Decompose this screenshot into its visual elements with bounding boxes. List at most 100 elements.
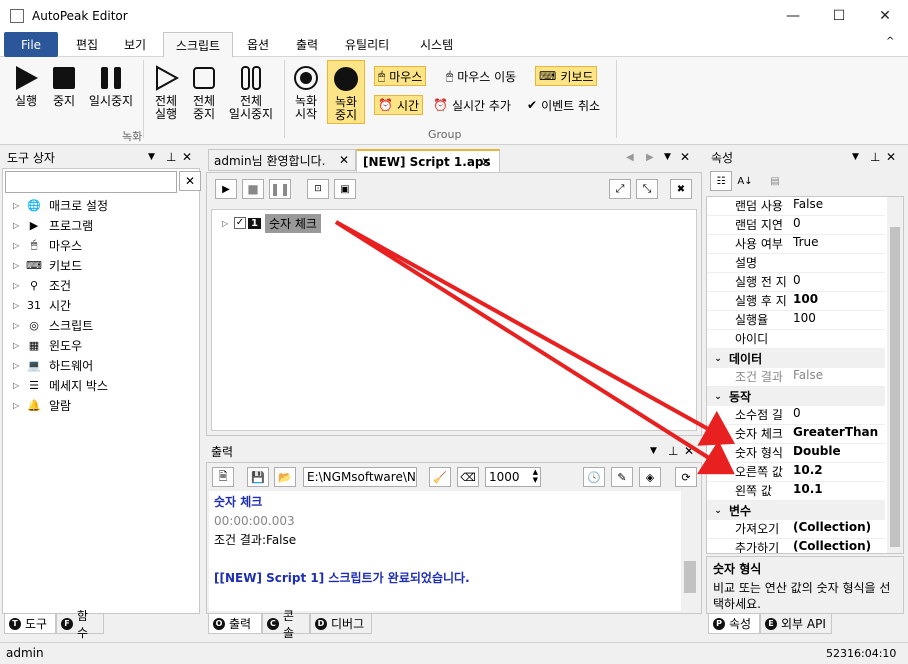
property-row[interactable]: 실행 후 지 100	[707, 292, 885, 311]
tab-options[interactable]: 옵션	[247, 36, 269, 53]
property-row[interactable]: 실행율 100	[707, 311, 885, 330]
tab-edit[interactable]: 편집	[76, 36, 98, 53]
close-icon[interactable]: ✕	[684, 444, 694, 458]
stop-button-small[interactable]: ■	[242, 179, 264, 199]
property-row[interactable]: 왼쪽 값 10.1	[707, 482, 885, 501]
pin-icon[interactable]: ⊥	[166, 150, 176, 164]
step-button[interactable]: ⊡	[307, 179, 329, 199]
tab-external-api[interactable]: E 외부 API	[760, 614, 832, 634]
save-button[interactable]: 💾	[247, 467, 269, 487]
property-row[interactable]: 숫자 형식 Double	[707, 444, 885, 463]
expand-arrow-icon[interactable]: ▷	[13, 321, 25, 330]
pause-all-button[interactable]: 전체 일시중지	[226, 65, 276, 121]
property-category[interactable]: ⌄ 데이터	[707, 349, 885, 368]
close-icon[interactable]: ✕	[339, 153, 349, 167]
categorized-button[interactable]: ☷	[710, 171, 732, 191]
toolbox-item-mouse[interactable]: ▷ 🖱 마우스	[13, 235, 82, 255]
tab-console[interactable]: C 콘솔	[262, 609, 310, 640]
toolbox-item-macro-settings[interactable]: ▷ 🌐 매크로 설정	[13, 195, 108, 215]
realtime-add-button[interactable]: ⏰ 실시간 추가	[430, 95, 514, 115]
pin-icon[interactable]: ⊥	[668, 444, 678, 458]
scroll-left-icon[interactable]: ◀	[626, 152, 634, 163]
close-button[interactable]: ✕	[862, 0, 908, 32]
property-row[interactable]: 추가하기 (Collection)	[707, 539, 885, 553]
expand-arrow-icon[interactable]: ▷	[13, 281, 25, 290]
run-all-button[interactable]: 전체 실행	[150, 65, 182, 121]
toolbox-item-message-box[interactable]: ▷ ☰ 메세지 박스	[13, 375, 108, 395]
tab-script[interactable]: 스크립트	[163, 32, 233, 58]
scroll-thumb[interactable]	[684, 561, 696, 593]
toolbox-item-time[interactable]: ▷ 31 시간	[13, 295, 71, 315]
keyboard-button[interactable]: ⌨ 키보드	[535, 66, 598, 86]
expand-arrow-icon[interactable]: ▷	[13, 241, 25, 250]
toolbox-item-hardware[interactable]: ▷ 💻 하드웨어	[13, 355, 93, 375]
toolbox-item-window[interactable]: ▷ ▦ 윈도우	[13, 335, 82, 355]
open-folder-button[interactable]: 📂	[274, 467, 296, 487]
tab-properties[interactable]: P 속성	[708, 614, 760, 634]
toolbox-search-input[interactable]	[5, 171, 177, 193]
expand-arrow-icon[interactable]: ▷	[13, 381, 25, 390]
script-node[interactable]: ▷ ✓ 1 숫자 체크	[222, 213, 321, 233]
expand-arrow-icon[interactable]: ▷	[13, 221, 25, 230]
property-row[interactable]: 설명	[707, 254, 885, 273]
count-input[interactable]: 1000 ▲ ▼	[485, 467, 541, 487]
toolbox-item-keyboard[interactable]: ▷ ⌨ 키보드	[13, 255, 82, 275]
close-icon[interactable]: ✕	[481, 155, 491, 169]
doc-tab-script[interactable]: [NEW] Script 1.aps ✕	[356, 149, 500, 172]
dropdown-icon[interactable]: ▼	[650, 446, 657, 456]
property-row[interactable]: 랜덤 사용 False	[707, 197, 885, 216]
mouse-move-button[interactable]: 🖱 마우스 이동	[443, 66, 519, 86]
tab-debug[interactable]: D 디버그	[310, 614, 372, 634]
property-row[interactable]: 오른쪽 값 10.2	[707, 463, 885, 482]
expand-arrow-icon[interactable]: ▷	[222, 219, 234, 228]
mouse-button[interactable]: 🖱 마우스	[374, 66, 427, 86]
pin-icon[interactable]: ⊥	[870, 150, 880, 164]
property-row[interactable]: 조건 결과 False	[707, 368, 885, 387]
toolbox-item-program[interactable]: ▷ ▶ 프로그램	[13, 215, 93, 235]
chevron-down-icon[interactable]: ⌄	[707, 354, 729, 364]
expand-arrow-icon[interactable]: ▷	[13, 201, 25, 210]
minimize-button[interactable]: —	[770, 0, 816, 32]
toolbox-item-condition[interactable]: ▷ ⚲ 조건	[13, 275, 71, 295]
clean-button[interactable]: 🧹	[429, 467, 451, 487]
tab-functions[interactable]: F 함수	[56, 609, 104, 640]
stop-button[interactable]: 중지	[48, 65, 80, 108]
property-row[interactable]: 사용 여부 True	[707, 235, 885, 254]
fill-button[interactable]: ◈	[639, 467, 661, 487]
tab-system[interactable]: 시스템	[420, 36, 453, 53]
checkbox[interactable]: ✓	[234, 217, 246, 229]
node-label[interactable]: 숫자 체크	[264, 213, 321, 233]
alphabetical-button[interactable]: A↓	[734, 171, 756, 191]
maximize-button[interactable]: ☐	[816, 0, 862, 32]
scroll-thumb[interactable]	[890, 227, 900, 547]
clear-search-button[interactable]: ✕	[179, 171, 201, 191]
property-row[interactable]: 아이디	[707, 330, 885, 349]
record-start-button[interactable]: 녹화 시작	[290, 65, 322, 121]
new-log-button[interactable]: 🗎	[212, 467, 234, 487]
property-row[interactable]: 실행 전 지0	[707, 273, 885, 292]
property-category[interactable]: ⌄ 동작	[707, 387, 885, 406]
run-button[interactable]: 실행	[10, 65, 42, 108]
eraser-button[interactable]: ⌫	[457, 467, 479, 487]
pen-button[interactable]: ✎	[611, 467, 633, 487]
expand-arrow-icon[interactable]: ▷	[13, 341, 25, 350]
clock-button[interactable]: 🕓	[583, 467, 605, 487]
doc-tab-welcome[interactable]: admin님 환영합니다. ✕	[208, 149, 356, 171]
ribbon-collapse-icon[interactable]: ^	[886, 36, 894, 47]
time-button[interactable]: ⏰ 시간	[374, 95, 424, 115]
tab-output-panel[interactable]: O 출력	[208, 614, 262, 634]
stepper-icon[interactable]: ▲ ▼	[533, 468, 538, 484]
pause-button-small[interactable]: ❚❚	[269, 179, 291, 199]
toolbox-item-script[interactable]: ▷ ◎ 스크립트	[13, 315, 93, 335]
property-row[interactable]: 가져오기 (Collection)	[707, 520, 885, 539]
collapse-button[interactable]: ⤡	[636, 179, 658, 199]
close-icon[interactable]: ✕	[886, 150, 896, 164]
event-cancel-button[interactable]: ✔ 이벤트 취소	[524, 95, 603, 115]
refresh-button[interactable]: ⟳	[675, 467, 697, 487]
expand-arrow-icon[interactable]: ▷	[13, 261, 25, 270]
property-row[interactable]: 소수점 길0	[707, 406, 885, 425]
toolbox-item-alarm[interactable]: ▷ 🔔 알람	[13, 395, 71, 415]
expand-arrow-icon[interactable]: ▷	[13, 301, 25, 310]
close-icon[interactable]: ✕	[182, 150, 192, 164]
chevron-down-icon[interactable]: ⌄	[707, 392, 729, 402]
